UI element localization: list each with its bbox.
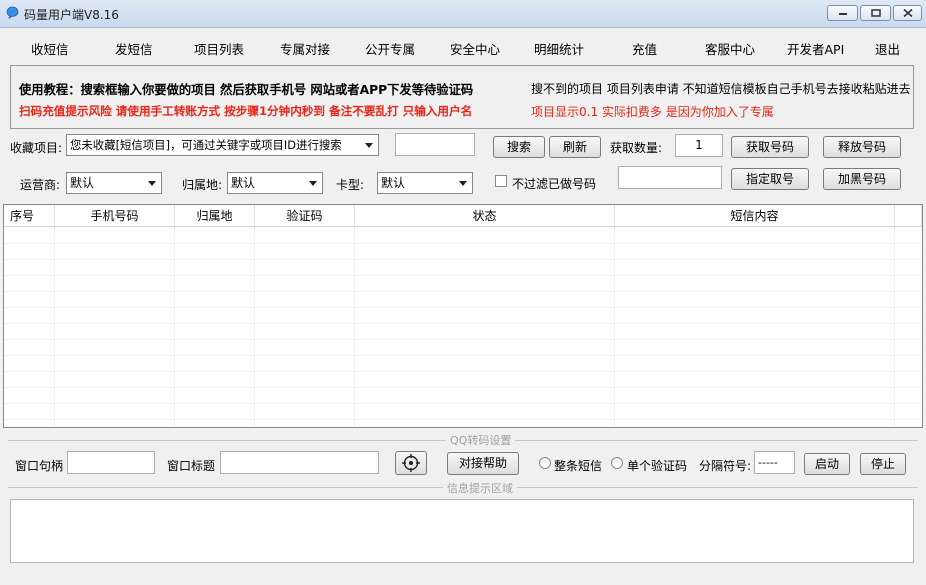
column-header-index[interactable]: 序号 bbox=[4, 205, 55, 227]
stop-button[interactable]: 停止 bbox=[860, 453, 906, 475]
menu-details-stats[interactable]: 明细统计 bbox=[534, 39, 584, 58]
column-header-code[interactable]: 验证码 bbox=[255, 205, 355, 227]
grid-row-line bbox=[4, 291, 922, 292]
column-header-phone[interactable]: 手机号码 bbox=[55, 205, 175, 227]
crosshair-icon bbox=[402, 454, 420, 472]
menu-send-sms[interactable]: 发短信 bbox=[115, 39, 153, 58]
info-message-area[interactable] bbox=[10, 499, 914, 563]
grid-row-line bbox=[4, 371, 922, 372]
qq-group-title: QQ转码设置 bbox=[446, 432, 516, 448]
card-type-label: 卡型: bbox=[336, 178, 365, 192]
quantity-label: 获取数量: bbox=[610, 141, 663, 155]
grid-column-line bbox=[614, 227, 615, 427]
column-header-status[interactable]: 状态 bbox=[355, 205, 615, 227]
carrier-select[interactable]: 默认 bbox=[66, 172, 162, 194]
favorite-project-value: 您未收藏[短信项目]，可通过关键字或项目ID进行搜索 bbox=[70, 138, 342, 152]
column-header-region[interactable]: 归属地 bbox=[175, 205, 255, 227]
sms-table[interactable]: 序号 手机号码 归属地 验证码 状态 短信内容 bbox=[3, 204, 923, 428]
grid-row-line bbox=[4, 259, 922, 260]
get-number-button[interactable]: 获取号码 bbox=[731, 136, 809, 158]
chevron-down-icon bbox=[365, 143, 373, 148]
favorite-project-select[interactable]: 您未收藏[短信项目]，可通过关键字或项目ID进行搜索 bbox=[66, 134, 379, 156]
chevron-down-icon bbox=[459, 181, 467, 186]
title-bar: 码量用户端V8.16 bbox=[0, 0, 926, 28]
search-button[interactable]: 搜索 bbox=[493, 136, 545, 158]
specify-number-input[interactable] bbox=[618, 166, 722, 189]
search-input[interactable] bbox=[395, 133, 475, 156]
close-button[interactable] bbox=[893, 5, 922, 21]
maximize-icon bbox=[870, 9, 881, 17]
menu-exit[interactable]: 退出 bbox=[875, 39, 900, 58]
card-type-select[interactable]: 默认 bbox=[377, 172, 473, 194]
grid-row-line bbox=[4, 243, 922, 244]
blacklist-number-button[interactable]: 加黑号码 bbox=[823, 168, 901, 190]
full-sms-radio[interactable] bbox=[539, 457, 551, 469]
tutorial-line1-left: 使用教程：搜索框输入你要做的项目 然后获取手机号 网站或者APP下发等待验证码 bbox=[19, 83, 474, 97]
window-title-label: 窗口标题 bbox=[167, 459, 216, 473]
window-handle-input[interactable] bbox=[67, 451, 155, 474]
menu-exclusive-dock[interactable]: 专属对接 bbox=[280, 39, 330, 58]
single-code-label: 单个验证码 bbox=[627, 459, 688, 473]
grid-row-line bbox=[4, 323, 922, 324]
separator-label: 分隔符号: bbox=[699, 459, 752, 473]
menu-recharge[interactable]: 充值 bbox=[632, 39, 657, 58]
quantity-input[interactable]: 1 bbox=[675, 134, 723, 157]
window-title: 码量用户端V8.16 bbox=[24, 8, 119, 22]
grid-row-line bbox=[4, 355, 922, 356]
grid-column-line bbox=[54, 227, 55, 427]
tutorial-line2-right: 项目显示0.1 实际扣费多 是因为你加入了专属 bbox=[531, 105, 774, 119]
region-label: 归属地: bbox=[182, 178, 223, 192]
minimize-icon bbox=[838, 13, 847, 15]
menu-project-list[interactable]: 项目列表 bbox=[194, 39, 244, 58]
release-number-button[interactable]: 释放号码 bbox=[823, 136, 901, 158]
region-value: 默认 bbox=[231, 176, 256, 190]
specify-number-button[interactable]: 指定取号 bbox=[731, 168, 809, 190]
carrier-value: 默认 bbox=[70, 176, 95, 190]
grid-row-line bbox=[4, 339, 922, 340]
grid-row-line bbox=[4, 419, 922, 420]
menu-customer-service[interactable]: 客服中心 bbox=[705, 39, 755, 58]
tutorial-line2-left: 扫码充值提示风险 请使用手工转账方式 按步骤1分钟内秒到 备注不要乱打 只输入用… bbox=[19, 104, 473, 118]
menu-developer-api[interactable]: 开发者API bbox=[787, 39, 844, 58]
grid-row-line bbox=[4, 403, 922, 404]
close-icon bbox=[902, 8, 913, 18]
tutorial-panel: 使用教程：搜索框输入你要做的项目 然后获取手机号 网站或者APP下发等待验证码 … bbox=[10, 65, 914, 129]
menu-receive-sms[interactable]: 收短信 bbox=[31, 39, 69, 58]
menu-public-exclusive[interactable]: 公开专属 bbox=[365, 39, 415, 58]
grid-row-line bbox=[4, 307, 922, 308]
menu-security-center[interactable]: 安全中心 bbox=[450, 39, 500, 58]
no-filter-checkbox[interactable] bbox=[495, 175, 507, 187]
tutorial-line1-right: 搜不到的项目 项目列表申请 不知道短信模板自己手机号去接收粘贴进去 bbox=[531, 82, 911, 96]
card-type-value: 默认 bbox=[381, 176, 406, 190]
start-button[interactable]: 启动 bbox=[804, 453, 850, 475]
menu-bar: 收短信 发短信 项目列表 专属对接 公开专属 安全中心 明细统计 充值 客服中心… bbox=[0, 34, 926, 60]
grid-column-line bbox=[254, 227, 255, 427]
minimize-button[interactable] bbox=[827, 5, 858, 21]
window-title-input[interactable] bbox=[220, 451, 379, 474]
maximize-button[interactable] bbox=[860, 5, 891, 21]
app-icon bbox=[6, 6, 19, 19]
window-handle-label: 窗口句柄 bbox=[15, 459, 64, 473]
separator-input[interactable]: ----- bbox=[754, 451, 795, 474]
chevron-down-icon bbox=[309, 181, 317, 186]
grid-column-line bbox=[174, 227, 175, 427]
dock-help-button[interactable]: 对接帮助 bbox=[447, 452, 519, 475]
region-select[interactable]: 默认 bbox=[227, 172, 323, 194]
grid-row-line bbox=[4, 275, 922, 276]
info-group-title: 信息提示区域 bbox=[443, 480, 517, 496]
refresh-button[interactable]: 刷新 bbox=[549, 136, 601, 158]
column-header-sms-content[interactable]: 短信内容 bbox=[615, 205, 895, 227]
crosshair-picker-button[interactable] bbox=[395, 451, 427, 475]
chevron-down-icon bbox=[148, 181, 156, 186]
favorite-project-label: 收藏项目: bbox=[10, 141, 63, 155]
single-code-radio[interactable] bbox=[611, 457, 623, 469]
column-header-filler bbox=[895, 205, 922, 227]
no-filter-label: 不过滤已做号码 bbox=[512, 177, 597, 191]
full-sms-label: 整条短信 bbox=[554, 459, 603, 473]
grid-row-line bbox=[4, 387, 922, 388]
carrier-label: 运营商: bbox=[20, 178, 61, 192]
grid-column-line bbox=[354, 227, 355, 427]
grid-column-line bbox=[894, 227, 895, 427]
